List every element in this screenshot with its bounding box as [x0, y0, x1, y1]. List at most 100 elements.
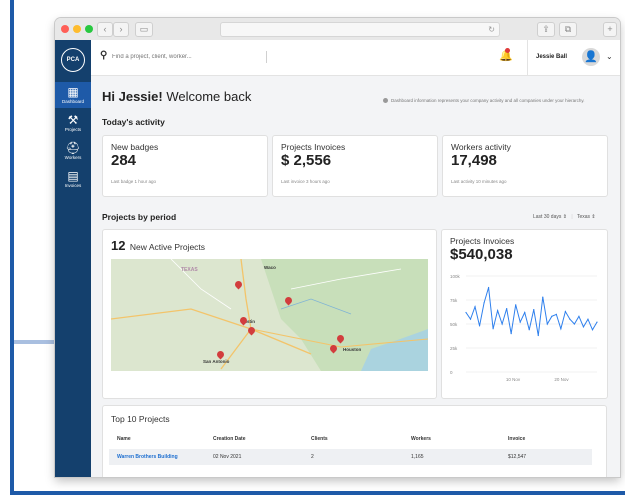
- cell-workers: 1,165: [411, 454, 424, 460]
- app-sidebar: PCA ▦ Dashboard ⚒ Projects ⛑ Workers ▤ I…: [55, 40, 91, 477]
- cell-clients: 2: [311, 454, 314, 460]
- projects-icon: ⚒: [67, 113, 79, 127]
- sidebar-item-label: Invoices: [64, 183, 82, 188]
- range-select-value: Last 30 days: [533, 214, 562, 220]
- notification-badge: [505, 48, 510, 53]
- projects-map[interactable]: TEXAS Waco Austin San Antonio Houston: [111, 259, 428, 371]
- invoices-chart-title: Projects Invoices: [450, 236, 515, 246]
- search-divider: [266, 51, 267, 63]
- workers-icon: ⛑: [65, 141, 81, 155]
- data-point: [524, 311, 526, 314]
- new-tab-button[interactable]: +: [603, 22, 617, 37]
- column-header-invoice[interactable]: Invoice: [508, 436, 525, 442]
- data-point: [469, 318, 472, 320]
- filter-divider: |: [571, 214, 573, 220]
- region-select-value: Texas: [576, 214, 591, 220]
- search-icon[interactable]: ⚲: [100, 50, 107, 61]
- table-row[interactable]: Warren Brothers Building 02 Nov 2021 2 1…: [109, 449, 592, 465]
- reload-icon[interactable]: ↻: [488, 25, 499, 34]
- data-point: [560, 328, 562, 330]
- info-text: Dashboard information represents your co…: [391, 98, 585, 103]
- bottom-accent-line: [10, 491, 625, 495]
- sidebar-item-label: Dashboard: [61, 99, 84, 104]
- map-label-waco: Waco: [264, 265, 276, 270]
- invoices-line-chart[interactable]: 100k 75k 50k 25k 0 10 Nov 20 Nov: [442, 268, 607, 398]
- section-title-period: Projects by period: [102, 212, 177, 222]
- notification-bell-icon[interactable]: 🔔: [499, 48, 513, 62]
- y-tick-label: 75k: [450, 298, 458, 303]
- invoice-series-line: [465, 287, 598, 336]
- chevron-down-icon[interactable]: ⌄: [606, 52, 613, 61]
- active-count: 12: [111, 238, 126, 253]
- data-point: [587, 318, 589, 320]
- data-point: [474, 306, 476, 308]
- data-point: [497, 309, 499, 312]
- search-input[interactable]: [112, 50, 262, 63]
- avatar[interactable]: 👤: [582, 48, 600, 66]
- y-tick-label: 25k: [450, 346, 458, 351]
- region-select[interactable]: Texas ⇕: [577, 214, 596, 220]
- address-bar[interactable]: ↻: [220, 22, 500, 37]
- card-value: 284: [111, 152, 137, 169]
- data-point: [533, 309, 535, 311]
- data-point: [519, 321, 521, 323]
- data-point: [510, 333, 512, 335]
- column-header-clients[interactable]: Clients: [311, 436, 328, 442]
- sidebar-item-label: Workers: [64, 155, 82, 160]
- active-projects-heading: 12 New Active Projects: [111, 237, 205, 255]
- greeting-name: Hi Jessie!: [102, 89, 163, 104]
- dashboard-content: Hi Jessie! Welcome back Dashboard inform…: [91, 75, 620, 477]
- data-point: [478, 325, 481, 327]
- invoices-chart-card: Projects Invoices $540,038 100k 75k 50k 25k…: [441, 229, 608, 399]
- card-new-badges[interactable]: New badges 284 Last badge 1 hour ago: [102, 135, 268, 197]
- left-accent-bar: [10, 0, 14, 495]
- column-header-workers[interactable]: Workers: [411, 436, 431, 442]
- search-bar: ⚲: [100, 50, 267, 64]
- user-name[interactable]: Jessie Ball: [536, 54, 567, 60]
- minimize-window-button[interactable]: [73, 25, 81, 33]
- range-select[interactable]: Last 30 days ⇕: [533, 214, 567, 220]
- x-tick-label: 20 Nov: [554, 377, 569, 382]
- sidebar-item-invoices[interactable]: ▤ Invoices: [55, 166, 91, 192]
- sidebar-item-projects[interactable]: ⚒ Projects: [55, 110, 91, 136]
- data-point: [542, 296, 544, 298]
- map-label-houston: Houston: [343, 347, 362, 352]
- greeting-rest: Welcome back: [162, 89, 252, 104]
- card-title: Projects Invoices: [281, 142, 346, 152]
- card-subtitle: Last invoice 3 hours ago: [281, 179, 330, 184]
- dashboard-icon: ▦: [67, 85, 79, 99]
- background-tick: [14, 340, 58, 344]
- invoices-icon: ▤: [67, 169, 79, 183]
- sidebar-item-dashboard[interactable]: ▦ Dashboard: [55, 82, 91, 108]
- data-point: [487, 286, 490, 289]
- column-header-name[interactable]: Name: [117, 436, 131, 442]
- card-projects-invoices[interactable]: Projects Invoices $ 2,556 Last invoice 3…: [272, 135, 438, 197]
- info-note: Dashboard information represents your co…: [383, 98, 585, 104]
- maximize-window-button[interactable]: [85, 25, 93, 33]
- map-label-state: TEXAS: [181, 267, 198, 273]
- data-point: [578, 315, 580, 317]
- y-tick-label: 0: [450, 370, 453, 375]
- app-topbar: ⚲ 🔔 Jessie Ball 👤 ⌄: [91, 40, 620, 76]
- app-logo[interactable]: PCA: [61, 48, 85, 72]
- sidebar-item-label: Projects: [64, 127, 82, 132]
- active-label: New Active Projects: [129, 242, 206, 252]
- card-workers-activity[interactable]: Workers activity 17,498 Last activity 10…: [442, 135, 608, 197]
- close-window-button[interactable]: [61, 25, 69, 33]
- share-icon[interactable]: ⇪: [537, 22, 555, 37]
- data-point: [506, 308, 508, 310]
- sidebar-toggle-icon[interactable]: ▭: [135, 22, 153, 37]
- browser-window: ‹ › ▭ ↻ ⇪ ⧉ + PCA ▦ Dashboard ⚒ Projects…: [55, 18, 620, 477]
- forward-button[interactable]: ›: [113, 22, 129, 37]
- x-tick-label: 10 Nov: [506, 377, 521, 382]
- back-button[interactable]: ‹: [97, 22, 113, 37]
- column-header-creation-date[interactable]: Creation Date: [213, 436, 246, 442]
- topbar-divider: [527, 40, 528, 75]
- sidebar-item-workers[interactable]: ⛑ Workers: [55, 138, 91, 164]
- tabs-icon[interactable]: ⧉: [559, 22, 577, 37]
- project-name-link[interactable]: Warren Brothers Building: [117, 454, 178, 460]
- data-point: [501, 323, 503, 325]
- browser-chrome: ‹ › ▭ ↻ ⇪ ⧉ +: [55, 18, 620, 41]
- data-point: [483, 302, 485, 304]
- data-point: [564, 310, 566, 313]
